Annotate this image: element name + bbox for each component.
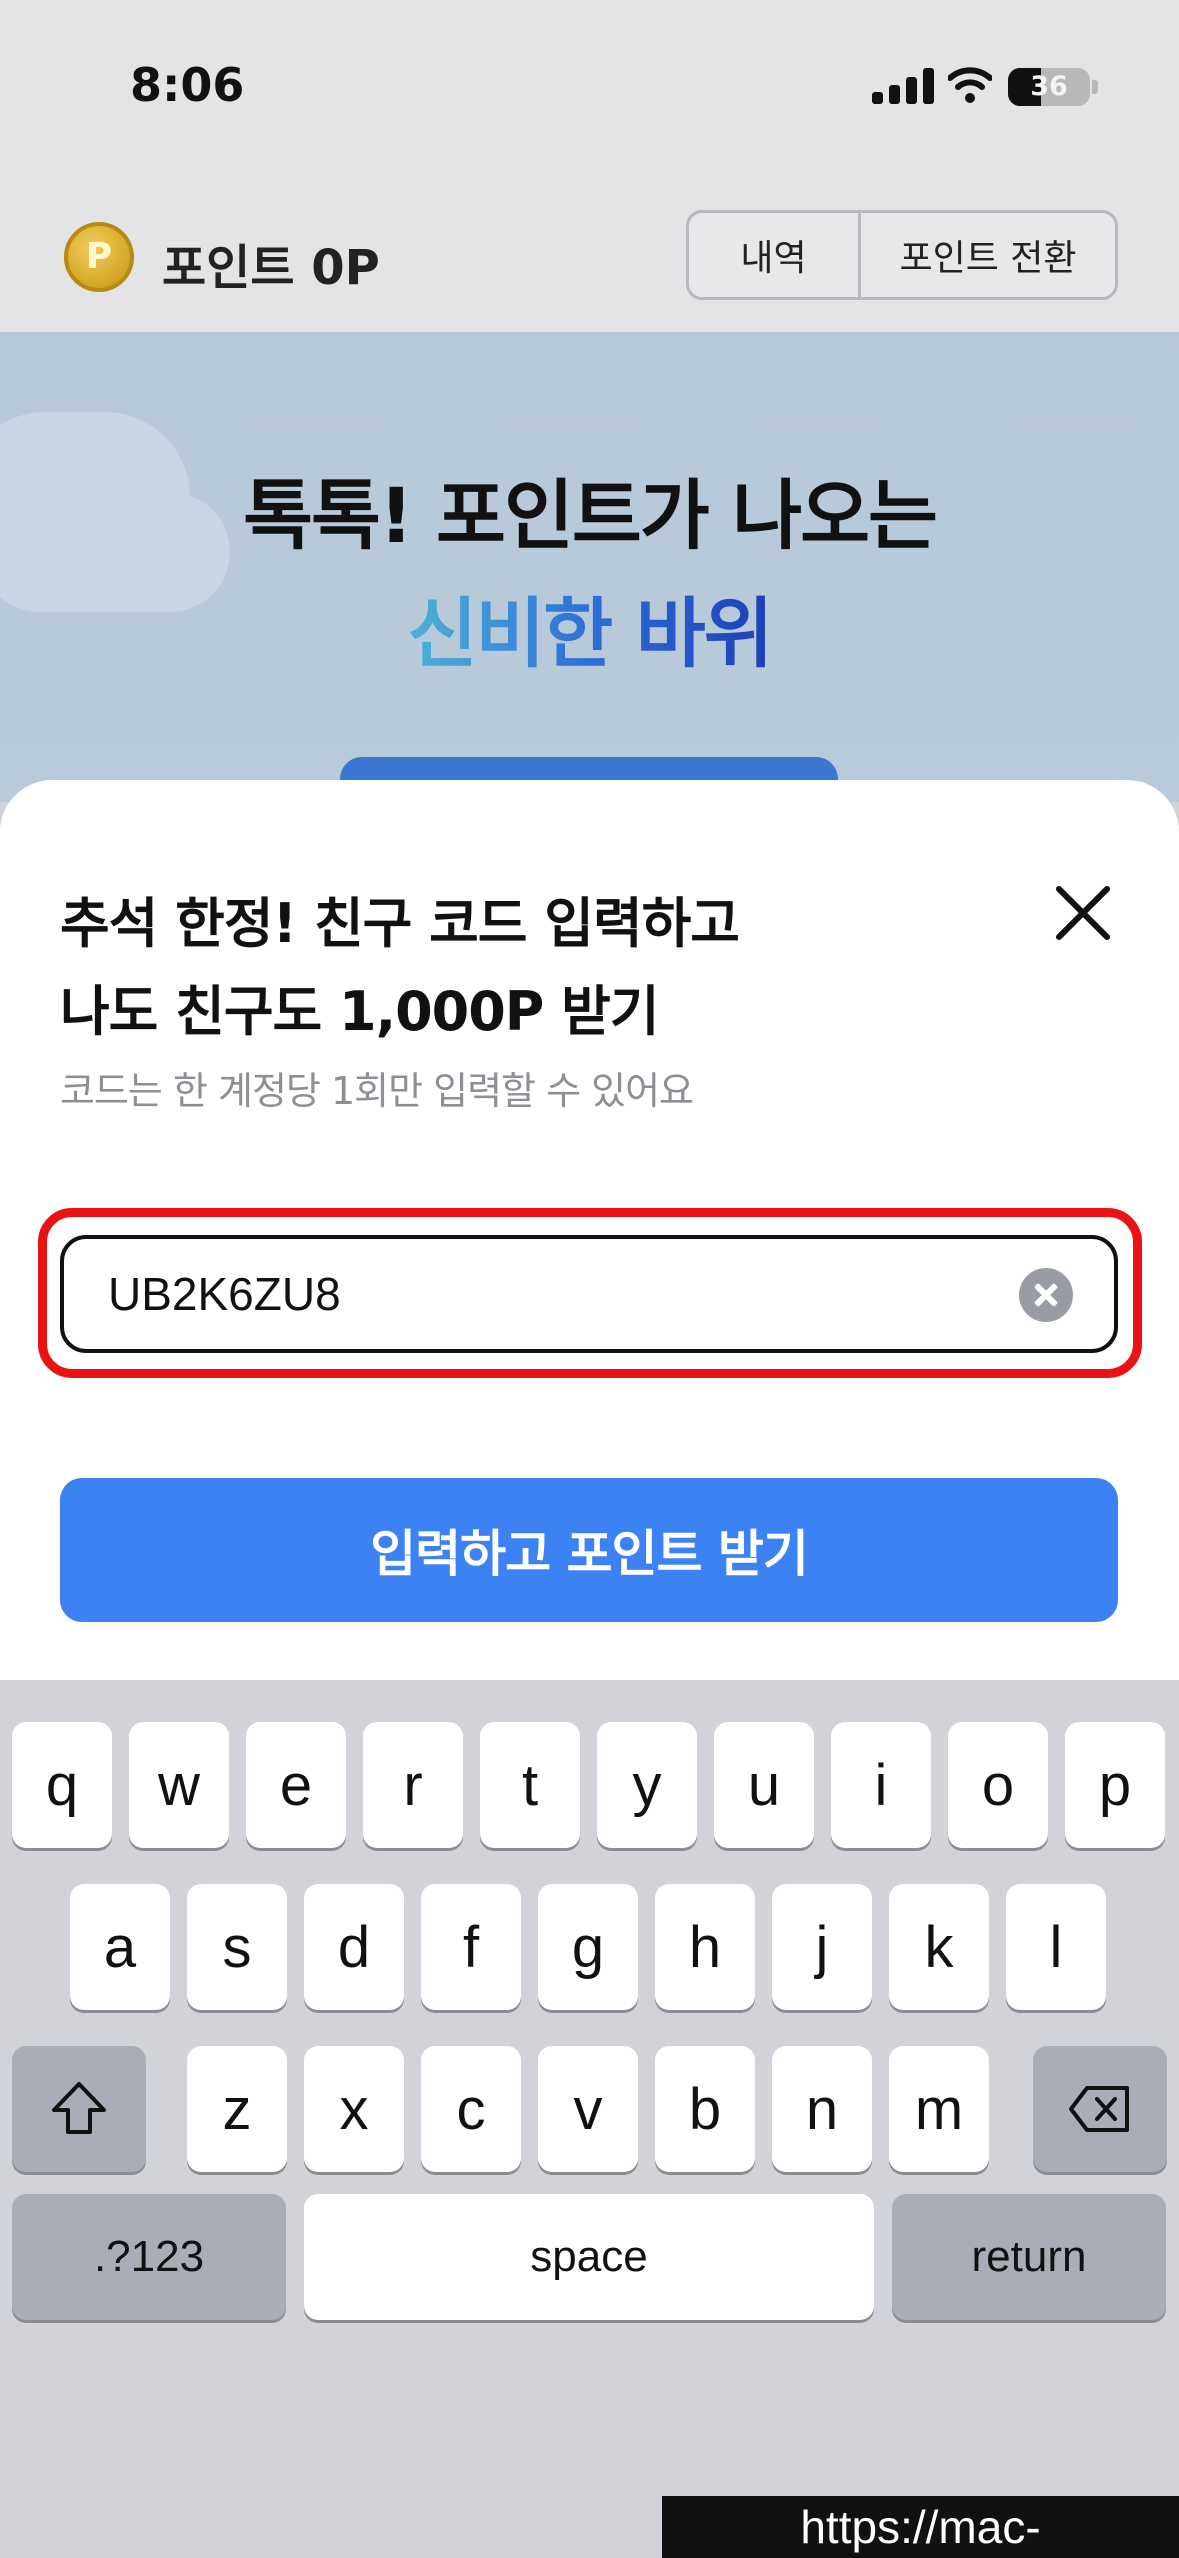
- sheet-title: 추석 한정! 친구 코드 입력하고 나도 친구도 1,000P 받기: [60, 880, 960, 1056]
- key-o[interactable]: o: [948, 1722, 1048, 1848]
- history-button[interactable]: 내역: [689, 213, 861, 297]
- submit-code-button[interactable]: 입력하고 포인트 받기: [60, 1478, 1118, 1622]
- shift-icon: [52, 2082, 106, 2134]
- key-i[interactable]: i: [831, 1722, 931, 1848]
- points-header: P 포인트 0P 내역 포인트 전환: [0, 200, 1179, 330]
- key-m[interactable]: m: [889, 2046, 989, 2172]
- hero-title: 톡톡! 포인트가 나오는: [243, 471, 938, 560]
- key-k[interactable]: k: [889, 1884, 989, 2010]
- key-c[interactable]: c: [421, 2046, 521, 2172]
- key-x[interactable]: x: [304, 2046, 404, 2172]
- key-q[interactable]: q: [12, 1722, 112, 1848]
- status-bar: 8:06 36: [0, 0, 1179, 175]
- battery-cap: [1092, 80, 1098, 94]
- key-z[interactable]: z: [187, 2046, 287, 2172]
- cellular-signal-icon: [872, 68, 934, 104]
- shift-key[interactable]: [12, 2046, 146, 2172]
- friend-code-input[interactable]: [108, 1239, 988, 1349]
- keyboard: q w e r t y u i o p a s d f g h j k l z …: [0, 1682, 1179, 2558]
- hero-subtitle-text: 신비한 바위: [407, 589, 773, 678]
- points-balance: 포인트 0P: [162, 228, 380, 298]
- key-w[interactable]: w: [129, 1722, 229, 1848]
- key-h[interactable]: h: [655, 1884, 755, 2010]
- return-key[interactable]: return: [892, 2194, 1166, 2320]
- hero-subtitle: 신비한 바위: [0, 572, 1179, 682]
- key-a[interactable]: a: [70, 1884, 170, 2010]
- key-v[interactable]: v: [538, 2046, 638, 2172]
- key-s[interactable]: s: [187, 1884, 287, 2010]
- points-actions: 내역 포인트 전환: [686, 210, 1118, 300]
- delete-key[interactable]: [1033, 2046, 1167, 2172]
- key-g[interactable]: g: [538, 1884, 638, 2010]
- numbers-key[interactable]: .?123: [12, 2194, 286, 2320]
- key-n[interactable]: n: [772, 2046, 872, 2172]
- sheet-title-line2: 나도 친구도 1,000P 받기: [60, 980, 660, 1043]
- wifi-icon: [948, 67, 992, 103]
- key-d[interactable]: d: [304, 1884, 404, 2010]
- hero-banner: 톡톡! 포인트가 나오는 신비한 바위: [0, 332, 1179, 802]
- key-t[interactable]: t: [480, 1722, 580, 1848]
- key-u[interactable]: u: [714, 1722, 814, 1848]
- friend-code-field: [60, 1235, 1118, 1353]
- key-r[interactable]: r: [363, 1722, 463, 1848]
- key-l[interactable]: l: [1006, 1884, 1106, 2010]
- points-value: 0P: [311, 240, 380, 296]
- key-j[interactable]: j: [772, 1884, 872, 2010]
- space-key[interactable]: space: [304, 2194, 874, 2320]
- key-b[interactable]: b: [655, 2046, 755, 2172]
- close-icon[interactable]: [1050, 880, 1116, 946]
- points-label: 포인트: [162, 240, 295, 296]
- point-coin-icon: P: [64, 222, 134, 292]
- key-e[interactable]: e: [246, 1722, 346, 1848]
- battery-icon: 36: [1008, 68, 1090, 106]
- sheet-title-line1: 추석 한정! 친구 코드 입력하고: [60, 892, 740, 955]
- referral-bottom-sheet: 추석 한정! 친구 코드 입력하고 나도 친구도 1,000P 받기 코드는 한…: [0, 780, 1179, 1680]
- battery-level: 36: [1030, 71, 1068, 102]
- key-f[interactable]: f: [421, 1884, 521, 2010]
- convert-points-button[interactable]: 포인트 전환: [861, 213, 1115, 297]
- watermark: https://mac-os.tistory.com: [662, 2496, 1179, 2558]
- delete-icon: [1069, 2086, 1129, 2132]
- key-p[interactable]: p: [1065, 1722, 1165, 1848]
- key-y[interactable]: y: [597, 1722, 697, 1848]
- sheet-description: 코드는 한 계정당 1회만 입력할 수 있어요: [60, 1069, 694, 1113]
- status-time: 8:06: [130, 58, 245, 112]
- clear-input-icon[interactable]: [1019, 1268, 1073, 1322]
